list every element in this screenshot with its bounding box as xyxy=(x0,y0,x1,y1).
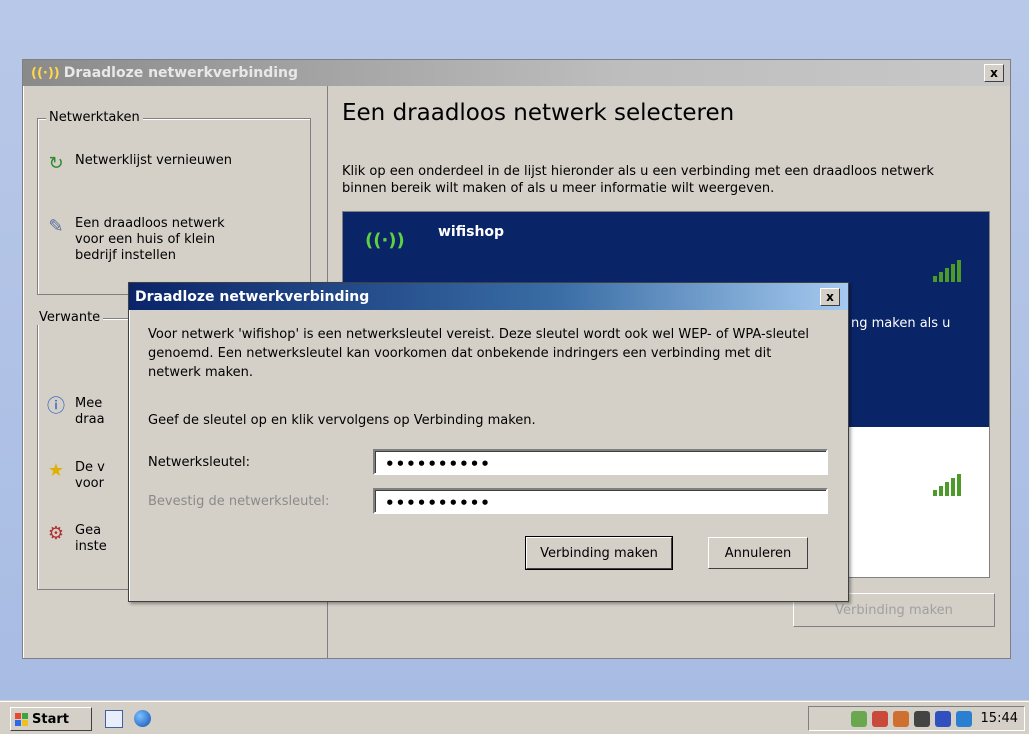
main-titlebar[interactable]: ((·)) Draadloze netwerkverbinding x xyxy=(23,60,1010,86)
confirm-key-label: Bevestig de netwerksleutel: xyxy=(148,494,330,509)
signal-strength-icon-2 xyxy=(933,474,961,496)
volume-icon[interactable] xyxy=(913,710,930,727)
wireless-tray-icon[interactable] xyxy=(871,710,888,727)
monitor-icon[interactable] xyxy=(955,710,972,727)
dialog-title: Draadloze netwerkverbinding xyxy=(135,288,370,305)
cancel-button[interactable]: Annuleren xyxy=(708,537,808,569)
connect-button[interactable]: Verbinding maken xyxy=(525,536,673,570)
star-icon: ★ xyxy=(47,460,65,481)
related-item-2-label: De v voor xyxy=(75,460,105,491)
main-close-button[interactable]: x xyxy=(984,64,1004,82)
dialog-message: Voor netwerk 'wifishop' is een netwerksl… xyxy=(148,327,809,380)
related-item-1[interactable]: ⓘ Mee draa xyxy=(45,396,105,428)
task-refresh[interactable]: ↻ Netwerklijst vernieuwen xyxy=(45,153,295,175)
confirm-key-input[interactable]: •••••••••• xyxy=(373,488,828,514)
intro-text: Klik op een onderdeel in de lijst hieron… xyxy=(342,164,934,196)
dialog-titlebar[interactable]: Draadloze netwerkverbinding x xyxy=(129,283,848,310)
wireless-icon: ((·)) xyxy=(31,65,60,81)
network-key-dialog: Draadloze netwerkverbinding x Voor netwe… xyxy=(128,282,849,602)
quicklaunch-desktop-icon[interactable] xyxy=(105,710,123,728)
start-label: Start xyxy=(32,711,69,727)
related-item-3-label: Gea inste xyxy=(75,523,107,554)
security-tray-icon[interactable] xyxy=(892,710,909,727)
tasks-group-title: Netwerktaken xyxy=(46,110,143,125)
main-window-title: Draadloze netwerkverbinding xyxy=(63,65,299,81)
desktop: ((·)) Draadloze netwerkverbinding x Netw… xyxy=(0,0,1029,734)
dialog-close-button[interactable]: x xyxy=(820,288,840,306)
related-item-2[interactable]: ★ De v voor xyxy=(45,460,105,492)
related-item-3[interactable]: ⚙ Gea inste xyxy=(45,523,107,555)
network-detail-text: ng maken als u xyxy=(851,316,951,331)
wireless-network-icon: ((·)) xyxy=(365,230,405,251)
network-name: wifishop xyxy=(438,224,505,240)
taskbar: Start 15:44 xyxy=(0,701,1029,734)
task-setup[interactable]: ✎ Een draadloos netwerk voor een huis of… xyxy=(45,216,295,264)
system-tray: 15:44 xyxy=(808,706,1025,731)
page-title: Een draadloos netwerk selecteren xyxy=(342,100,735,126)
clock: 15:44 xyxy=(980,711,1018,726)
task-setup-label: Een draadloos netwerk voor een huis of k… xyxy=(75,216,225,263)
related-item-1-label: Mee draa xyxy=(75,396,105,427)
tasks-groupbox: Netwerktaken xyxy=(37,110,311,295)
task-refresh-label: Netwerklijst vernieuwen xyxy=(75,153,232,168)
network-key-label: Netwerksleutel: xyxy=(148,455,251,470)
dialog-instruction: Geef de sleutel op en klik vervolgens op… xyxy=(148,413,536,428)
windows-logo-icon xyxy=(15,712,28,726)
settings-icon: ⚙ xyxy=(47,523,65,544)
info-icon: ⓘ xyxy=(47,396,65,417)
network-key-input[interactable]: •••••••••• xyxy=(373,449,828,475)
signal-strength-icon xyxy=(933,260,961,282)
quicklaunch-browser-icon[interactable] xyxy=(134,710,151,727)
related-group-title: Verwante xyxy=(36,310,104,325)
start-button[interactable]: Start xyxy=(10,707,92,731)
network-tray-icon[interactable] xyxy=(850,710,867,727)
setup-wizard-icon: ✎ xyxy=(48,216,64,237)
refresh-icon: ↻ xyxy=(48,153,64,174)
shield-icon[interactable] xyxy=(934,710,951,727)
